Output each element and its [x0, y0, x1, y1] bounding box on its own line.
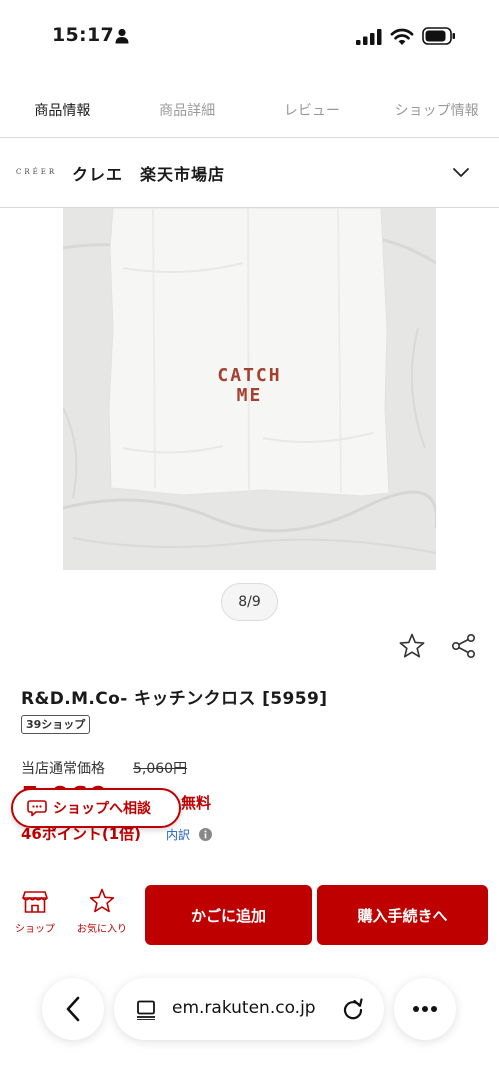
person-icon: [115, 28, 129, 44]
tab-product-details[interactable]: 商品詳細: [125, 82, 250, 137]
favorite-star-icon: [89, 888, 115, 913]
wifi-icon: [390, 28, 414, 45]
status-time: 15:17: [52, 24, 114, 46]
browser-back-button[interactable]: [42, 978, 104, 1040]
bottom-action-bar: ショップ お気に入り かごに追加 購入手続きへ: [0, 872, 499, 952]
status-bar: 15:17: [0, 0, 499, 72]
share-icon[interactable]: [450, 632, 478, 660]
consult-label: ショップへ相談: [53, 801, 151, 817]
shop-name: クレエ 楽天市場店: [72, 165, 226, 184]
chevron-down-icon[interactable]: [452, 167, 470, 179]
embroidery-line-1: CATCH: [217, 365, 282, 386]
battery-icon: [422, 27, 455, 45]
favorite-button[interactable]: お気に入り: [68, 888, 136, 935]
consult-shop-button[interactable]: ショップへ相談: [11, 788, 181, 828]
product-image[interactable]: CATCH ME: [63, 208, 436, 570]
product-tabs: 商品情報 商品詳細 レビュー ショップ情報: [0, 82, 499, 138]
reload-icon[interactable]: [342, 998, 364, 1020]
shop-label: ショップ: [15, 924, 55, 935]
shop-button[interactable]: ショップ: [1, 888, 69, 935]
tab-product-info[interactable]: 商品情報: [0, 82, 125, 137]
shop-icon: [22, 891, 48, 913]
chat-icon: [27, 800, 47, 817]
chevron-left-icon: [66, 996, 80, 1022]
tab-reviews[interactable]: レビュー: [250, 82, 375, 137]
shop-logo: CRÉER: [16, 168, 58, 176]
embroidery-line-2: ME: [236, 385, 263, 406]
regular-price-label: 当店通常価格: [21, 761, 105, 777]
shipping-free: 無料: [181, 794, 212, 812]
favorite-label: お気に入り: [77, 924, 127, 935]
reader-mode-icon[interactable]: [136, 1000, 156, 1020]
regular-price: 5,060円: [133, 761, 188, 777]
more-options-button[interactable]: [394, 978, 456, 1040]
image-counter: 8/9: [221, 583, 278, 621]
signal-icon: [356, 29, 382, 45]
shop-selector[interactable]: CRÉER クレエ 楽天市場店: [0, 139, 499, 208]
address-bar[interactable]: em.rakuten.co.jp: [114, 978, 384, 1040]
checkout-button[interactable]: 購入手続きへ: [317, 885, 488, 945]
more-icon: [413, 1006, 437, 1012]
product-title: R&D.M.Co- キッチンクロス [5959]: [21, 689, 328, 709]
browser-toolbar: em.rakuten.co.jp: [0, 972, 499, 1080]
info-icon[interactable]: [199, 828, 212, 841]
points-breakdown-link[interactable]: 内訳: [166, 826, 190, 843]
star-icon[interactable]: [398, 632, 426, 660]
embroidery-text: CATCH ME: [63, 366, 436, 406]
add-to-cart-button[interactable]: かごに追加: [145, 885, 312, 945]
tab-shop-info[interactable]: ショップ情報: [374, 82, 499, 137]
url-text: em.rakuten.co.jp: [172, 998, 316, 1018]
shop-badge: 39ショップ: [21, 715, 91, 734]
